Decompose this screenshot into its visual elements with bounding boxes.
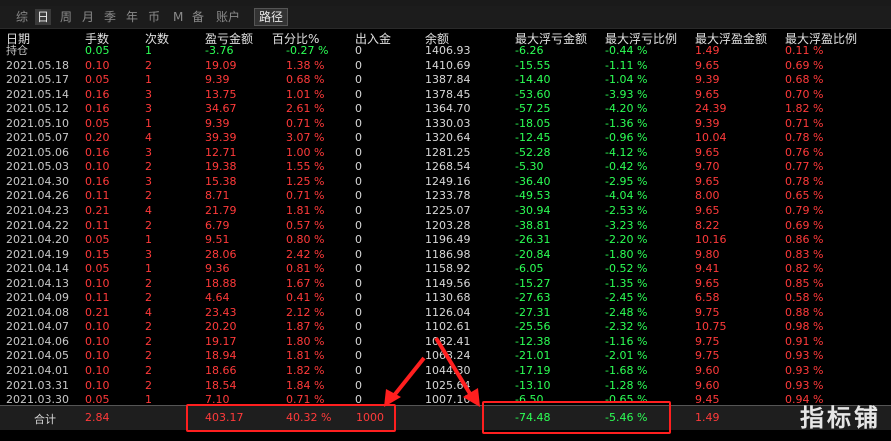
arrow-to-profit-box bbox=[384, 356, 426, 407]
annotation-arrows bbox=[384, 336, 480, 407]
arrow-to-drawdown-box bbox=[434, 336, 480, 407]
watermark-logo: 指标铺 bbox=[800, 404, 881, 432]
